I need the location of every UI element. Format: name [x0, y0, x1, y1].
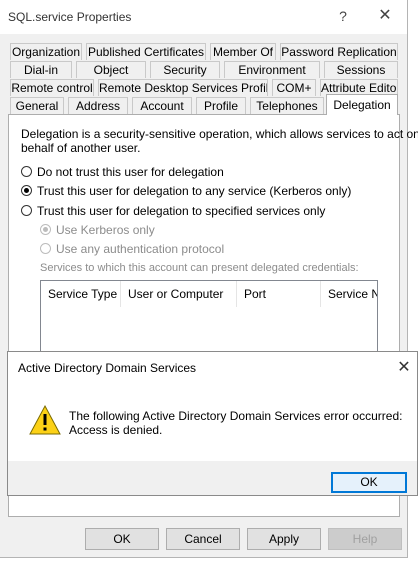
ok-button[interactable]: OK: [85, 528, 159, 550]
tab-account[interactable]: Account: [132, 97, 192, 114]
tab-dial-in[interactable]: Dial-in: [10, 61, 72, 78]
radio-button[interactable]: [21, 205, 32, 216]
services-caption: Services to which this account can prese…: [40, 262, 359, 274]
tab-published-certificates[interactable]: Published Certificates: [86, 43, 206, 60]
column-user-or-computer[interactable]: User or Computer: [121, 281, 237, 307]
window-title: SQL.service Properties: [8, 10, 132, 24]
close-icon[interactable]: ✕: [375, 6, 395, 26]
tab-remote-control[interactable]: Remote control: [10, 79, 94, 96]
properties-titlebar[interactable]: SQL.service Properties ? ✕: [0, 0, 407, 34]
error-ok-button[interactable]: OK: [331, 472, 407, 493]
tab-member-of[interactable]: Member Of: [210, 43, 276, 60]
tab-object[interactable]: Object: [76, 61, 146, 78]
tab-password-replication[interactable]: Password Replication: [280, 43, 398, 60]
services-list[interactable]: Service Type User or Computer Port Servi…: [40, 280, 378, 360]
tab-organization[interactable]: Organization: [10, 43, 82, 60]
column-service-name[interactable]: Service Na: [321, 281, 377, 307]
radio-button-disabled[interactable]: [40, 224, 51, 235]
error-message-area: The following Active Directory Domain Se…: [8, 385, 417, 461]
tab-profile[interactable]: Profile: [196, 97, 246, 114]
radio-use-kerberos-only[interactable]: Use Kerberos only: [40, 223, 240, 239]
delegation-description-line2: behalf of another user.: [21, 141, 141, 155]
radio-do-not-trust[interactable]: Do not trust this user for delegation: [21, 165, 281, 181]
column-service-type[interactable]: Service Type: [41, 281, 121, 307]
error-message-line2: Access is denied.: [69, 423, 163, 437]
tab-com-plus[interactable]: COM+: [272, 79, 316, 96]
radio-trust-any-service[interactable]: Trust this user for delegation to any se…: [21, 184, 351, 200]
tab-general[interactable]: General: [10, 97, 64, 114]
tab-telephones[interactable]: Telephones: [250, 97, 324, 114]
help-icon[interactable]: ?: [336, 6, 350, 26]
tab-sessions[interactable]: Sessions: [324, 61, 398, 78]
radio-label: Trust this user for delegation to specif…: [37, 204, 326, 218]
dialog-title: Active Directory Domain Services: [18, 361, 197, 375]
tab-remote-desktop-services-profile[interactable]: Remote Desktop Services Profile: [98, 79, 268, 96]
error-message-line1: The following Active Directory Domain Se…: [69, 409, 403, 423]
column-port[interactable]: Port: [237, 281, 321, 307]
tab-environment[interactable]: Environment: [224, 61, 320, 78]
close-icon[interactable]: ✕: [394, 358, 414, 378]
tab-security[interactable]: Security: [150, 61, 220, 78]
help-button[interactable]: Help: [328, 528, 402, 550]
apply-button[interactable]: Apply: [247, 528, 321, 550]
cancel-button[interactable]: Cancel: [166, 528, 240, 550]
delegation-description-line1: Delegation is a security-sensitive opera…: [21, 127, 418, 141]
radio-label: Use any authentication protocol: [56, 242, 225, 256]
radio-button-disabled[interactable]: [40, 243, 51, 254]
tab-address[interactable]: Address: [68, 97, 128, 114]
tab-delegation[interactable]: Delegation: [326, 94, 398, 115]
warning-icon: [29, 404, 61, 435]
radio-label: Trust this user for delegation to any se…: [37, 184, 352, 198]
error-dialog-titlebar[interactable]: Active Directory Domain Services ✕: [8, 352, 417, 385]
radio-trust-specified-services[interactable]: Trust this user for delegation to specif…: [21, 204, 325, 220]
radio-button-selected[interactable]: [21, 185, 32, 196]
radio-button[interactable]: [21, 166, 32, 177]
error-dialog: Active Directory Domain Services ✕ The f…: [7, 351, 418, 496]
radio-label: Do not trust this user for delegation: [37, 165, 224, 179]
radio-label: Use Kerberos only: [56, 223, 155, 237]
radio-use-any-protocol[interactable]: Use any authentication protocol: [40, 242, 240, 258]
